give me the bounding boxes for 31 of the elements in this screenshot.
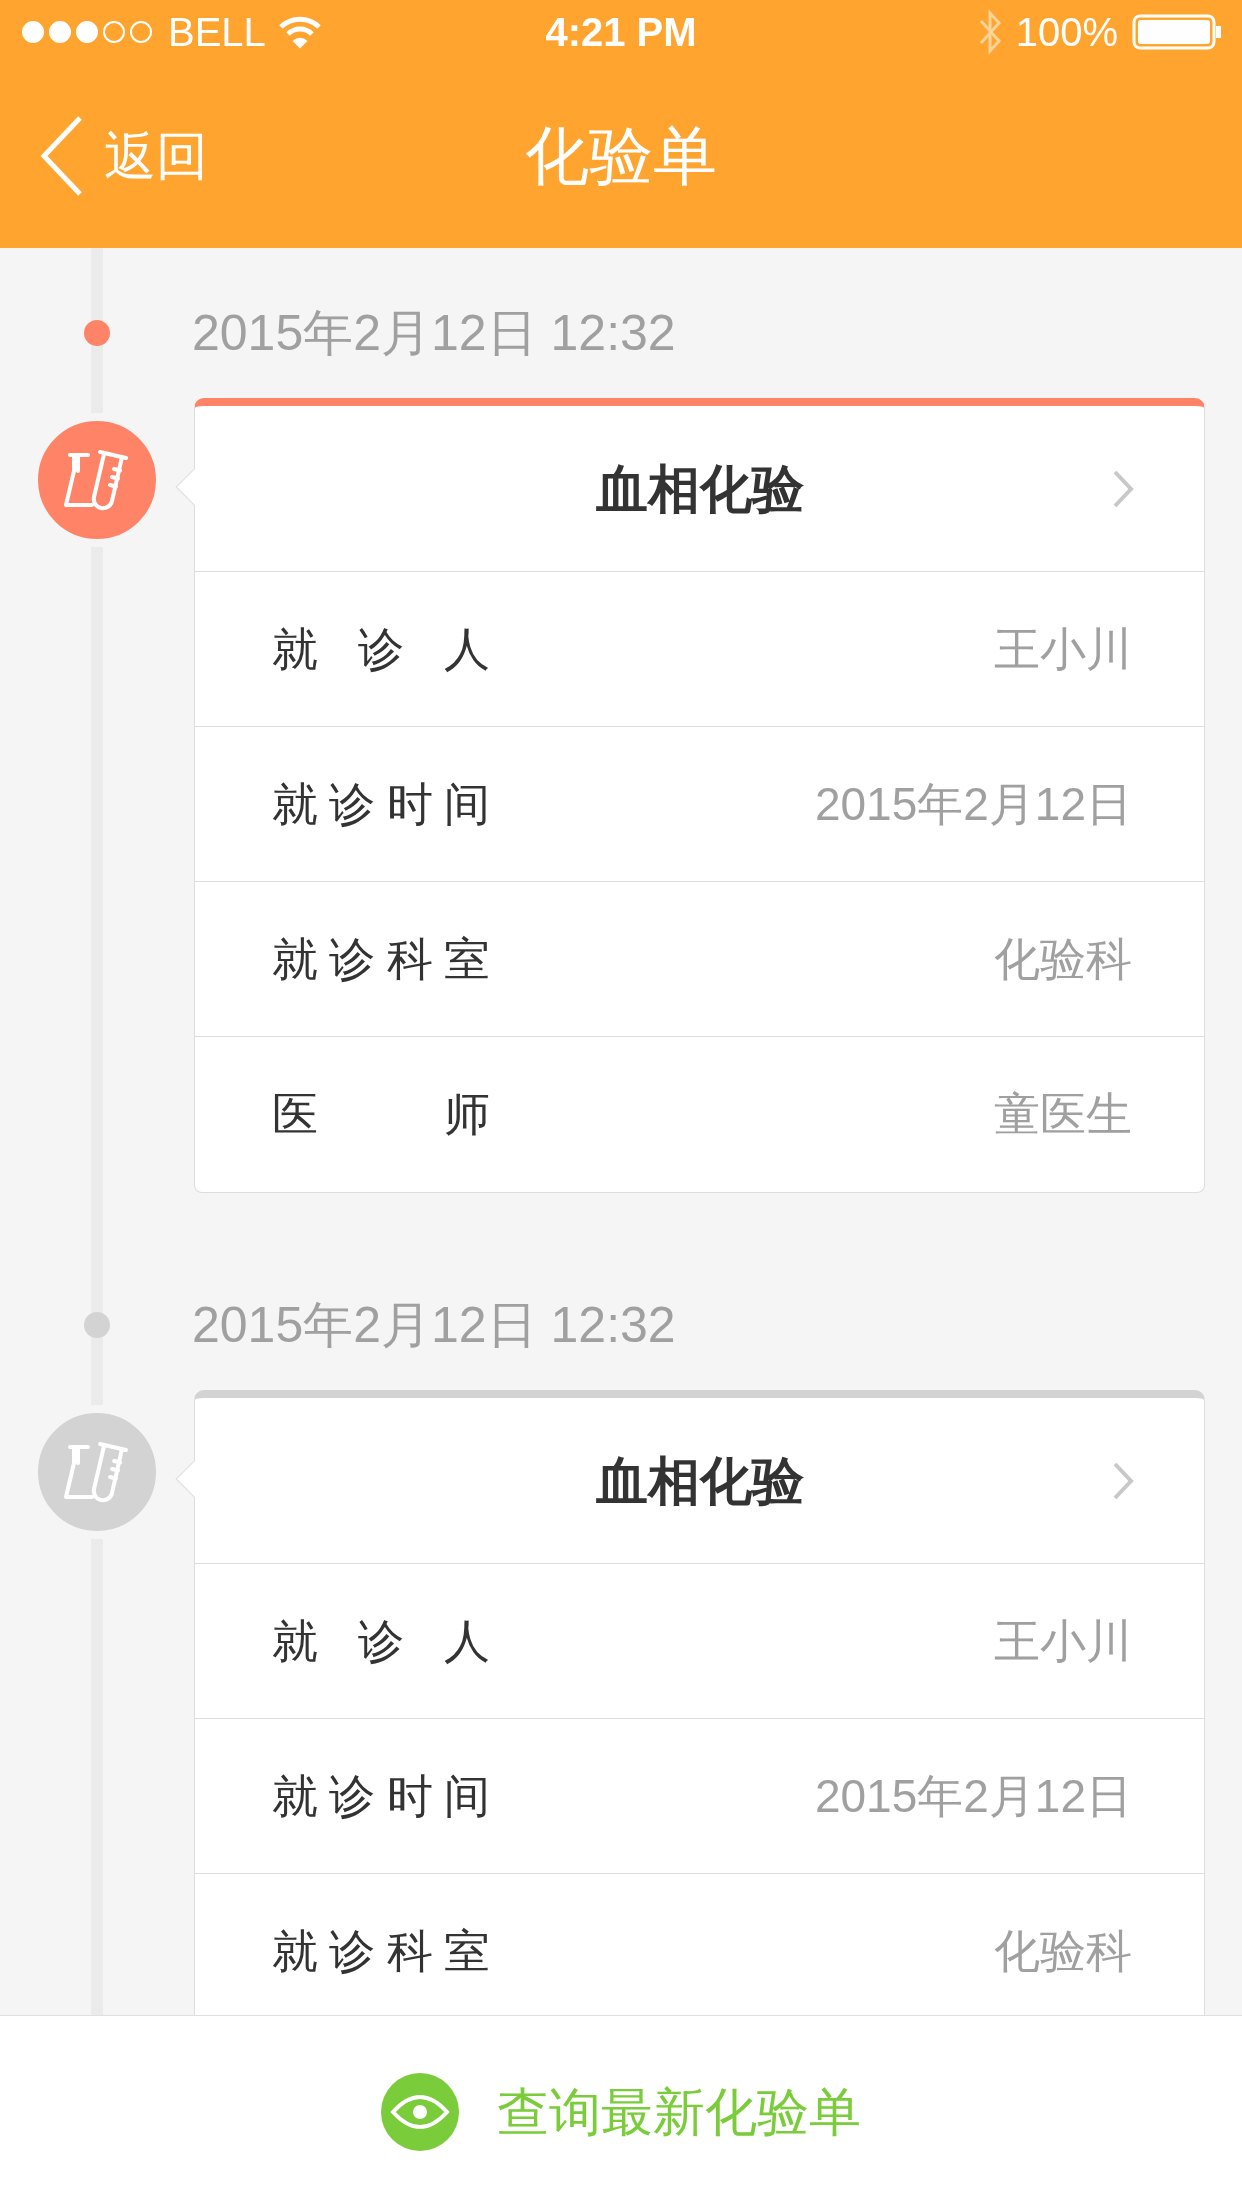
lab-flask-icon [64, 1439, 130, 1505]
battery-percent: 100% [1015, 9, 1118, 56]
carrier-name: BELL [168, 9, 266, 56]
status-time: 4:21 PM [545, 9, 697, 56]
card-title: 血相化验 [595, 458, 804, 520]
row-value: 王小川 [994, 1613, 1132, 1669]
chevron-left-icon [40, 115, 84, 197]
row-value: 化验科 [994, 931, 1132, 987]
lab-flask-icon [64, 447, 130, 513]
row-label: 就诊科室 [272, 1924, 490, 1979]
row-label: 医 师 [272, 1087, 490, 1142]
row-label: 就诊时间 [272, 1768, 490, 1824]
battery-icon [1132, 14, 1222, 50]
row-label: 就 诊 人 [272, 1613, 490, 1669]
row-label: 就诊科室 [272, 931, 490, 987]
page-title: 化验单 [525, 119, 717, 194]
chevron-right-icon [1112, 1460, 1134, 1501]
row-value: 童医生 [994, 1087, 1132, 1142]
row-value: 2015年2月12日 [814, 776, 1132, 832]
wifi-icon [277, 15, 322, 49]
entry-date: 2015年2月12日 12:32 [192, 303, 677, 363]
entry-date: 2015年2月12日 12:32 [192, 1295, 677, 1355]
card-title: 血相化验 [595, 1450, 804, 1512]
row-value: 王小川 [994, 621, 1132, 677]
chevron-right-icon [1112, 468, 1134, 509]
row-label: 就诊时间 [272, 776, 490, 832]
row-value: 化验科 [994, 1924, 1132, 1979]
row-value: 2015年2月12日 [814, 1768, 1132, 1824]
eye-icon [381, 2073, 459, 2151]
row-label: 就 诊 人 [272, 621, 490, 677]
bluetooth-icon [977, 9, 1002, 55]
